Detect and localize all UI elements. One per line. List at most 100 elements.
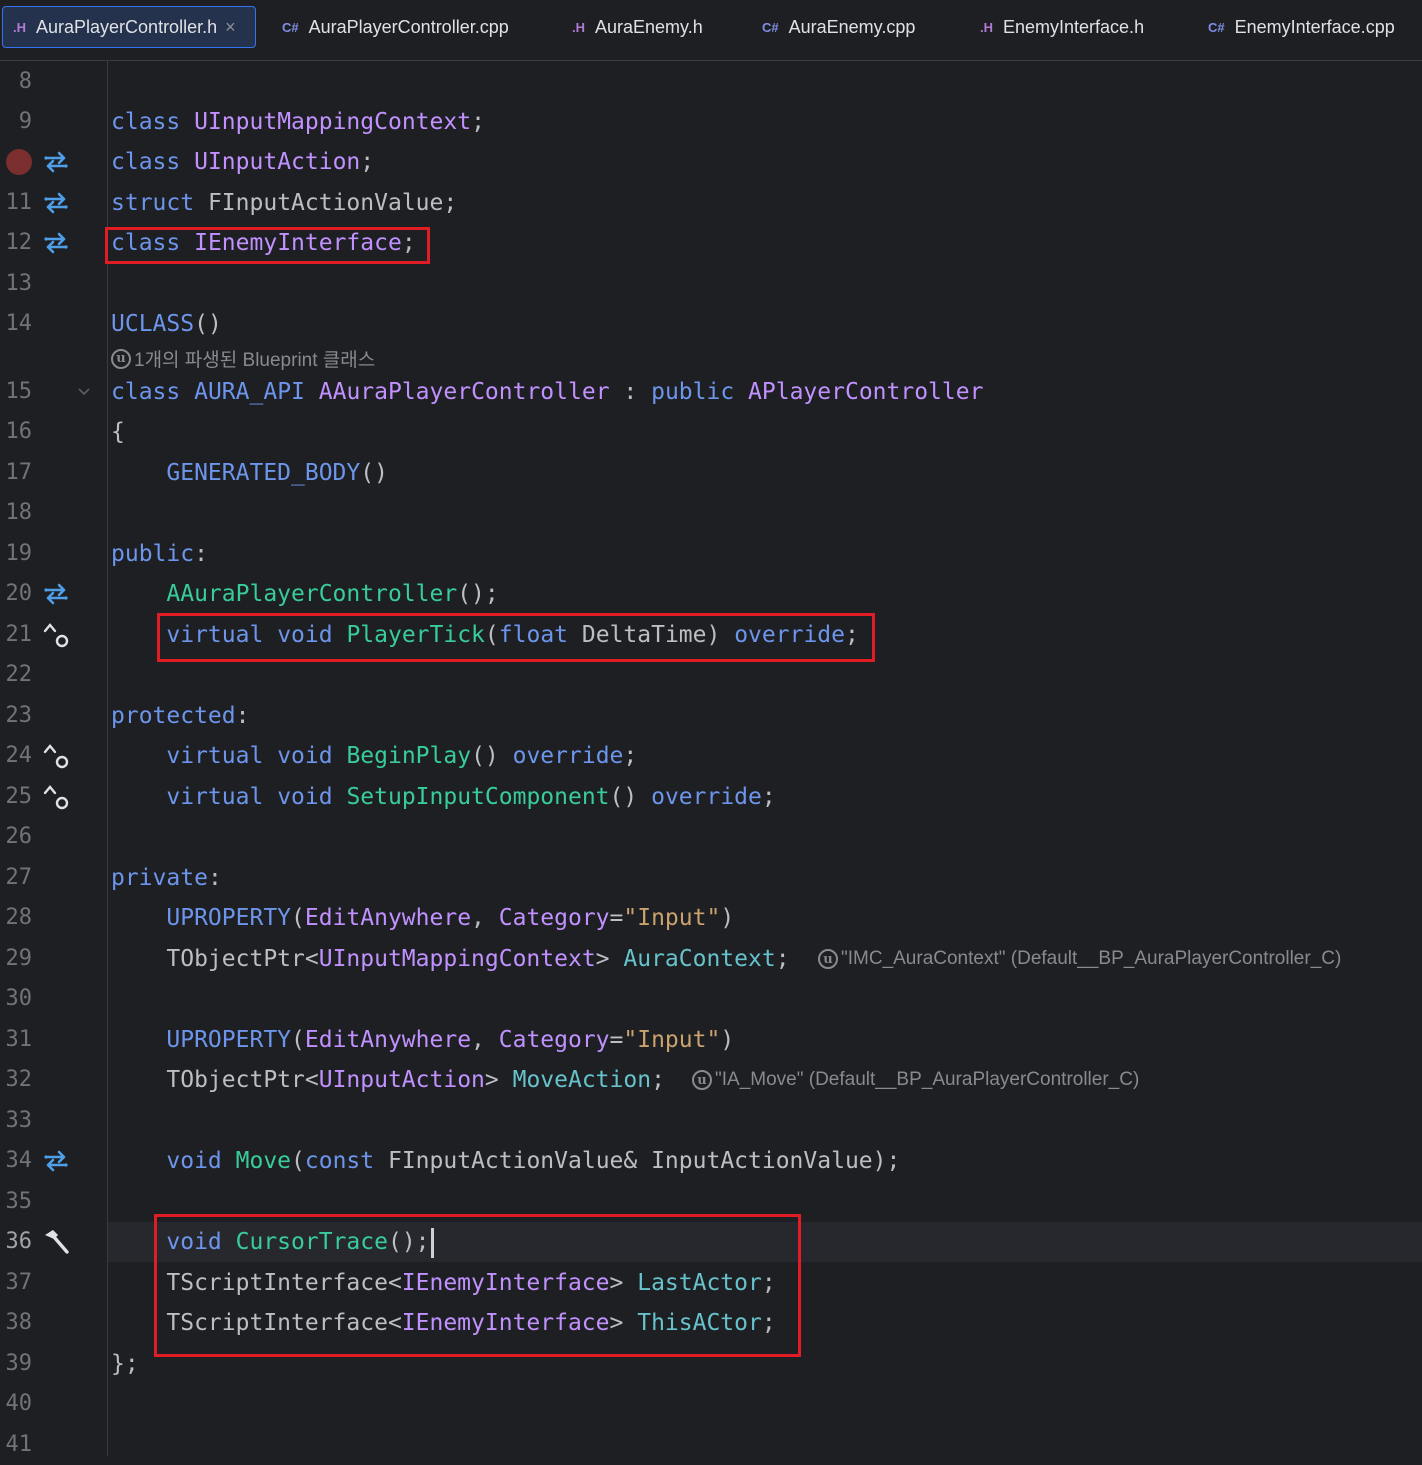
line-number[interactable]: 18 xyxy=(0,493,33,533)
code-token: ; xyxy=(471,109,485,135)
navigate-arrows-icon[interactable] xyxy=(40,223,72,263)
hammer-icon[interactable] xyxy=(40,1222,72,1262)
tab-auraenemy-cpp[interactable]: C# AuraEnemy.cpp xyxy=(752,6,932,48)
line-number[interactable]: 16 xyxy=(0,412,33,452)
line-number[interactable]: 24 xyxy=(0,736,33,776)
tab-enemyinterface-cpp[interactable]: C# EnemyInterface.cpp xyxy=(1198,6,1412,48)
code-token: FInputActionValue xyxy=(207,190,444,216)
line-number[interactable]: 20 xyxy=(0,574,33,614)
code-token: const xyxy=(304,1148,375,1174)
code-line-14[interactable]: UCLASS() xyxy=(111,304,222,344)
code-token: { xyxy=(111,419,125,445)
line-number[interactable]: 13 xyxy=(0,264,33,304)
editor-tab-bar: .H AuraPlayerController.h × C# AuraPlayerCon… xyxy=(0,0,1422,61)
line-number[interactable]: 11 xyxy=(0,183,33,223)
tab-auraenemy-h[interactable]: .H AuraEnemy.h xyxy=(562,6,712,48)
tab-enemyinterface-h[interactable]: .H EnemyInterface.h xyxy=(970,6,1160,48)
code-line-23[interactable]: protected: xyxy=(111,696,249,736)
breakpoint-icon[interactable] xyxy=(6,149,32,175)
tab-label: EnemyInterface.cpp xyxy=(1234,16,1395,37)
code-token: EditAnywhere xyxy=(304,1027,472,1053)
code-line-15[interactable]: class AURA_API AAuraPlayerController : p… xyxy=(111,372,983,412)
code-line-24[interactable]: virtual void BeginPlay() override; xyxy=(111,736,637,776)
line-number[interactable]: 30 xyxy=(0,979,33,1019)
code-token: ) xyxy=(720,905,735,931)
override-icon[interactable] xyxy=(40,615,72,655)
line-number[interactable]: 28 xyxy=(0,898,33,938)
code-token: private xyxy=(111,865,208,891)
line-number[interactable]: 35 xyxy=(0,1182,33,1222)
code-token: FInputActionValue& InputActionValue); xyxy=(374,1148,901,1174)
blueprint-value-hint[interactable]: u "IMC_AuraContext" (Default__BP_AuraPlay… xyxy=(818,948,1341,970)
line-number[interactable]: 33 xyxy=(0,1101,33,1141)
line-number[interactable]: 31 xyxy=(0,1020,33,1060)
code-token: Category xyxy=(498,905,610,931)
close-icon[interactable]: × xyxy=(225,17,236,38)
line-number[interactable]: 15 xyxy=(0,372,33,412)
navigate-arrows-icon[interactable] xyxy=(40,574,72,614)
code-token: AAuraPlayerController xyxy=(318,379,610,405)
code-line-11[interactable]: struct FInputActionValue; xyxy=(111,183,457,223)
header-file-icon: .H xyxy=(572,19,585,35)
line-number[interactable]: 14 xyxy=(0,304,33,344)
line-number[interactable]: 29 xyxy=(0,939,33,979)
blueprint-value-hint[interactable]: u "IA_Move" (Default__BP_AuraPlayerContro… xyxy=(692,1069,1139,1091)
override-icon[interactable] xyxy=(40,736,72,776)
code-line-31[interactable]: UPROPERTY(EditAnywhere, Category="Input"… xyxy=(111,1020,734,1060)
code-token: AuraContext xyxy=(623,946,776,972)
line-number[interactable]: 23 xyxy=(0,696,33,736)
navigate-arrows-icon[interactable] xyxy=(40,183,72,223)
code-token: ( xyxy=(291,905,305,931)
line-number[interactable]: 8 xyxy=(0,62,32,102)
code-line-34[interactable]: void Move(const FInputActionValue& Input… xyxy=(111,1141,900,1181)
line-number[interactable]: 36 xyxy=(0,1222,33,1262)
line-number[interactable]: 41 xyxy=(0,1425,33,1465)
code-token: : xyxy=(235,703,250,729)
highlight-box xyxy=(157,613,875,662)
code-token: > xyxy=(595,946,624,972)
line-number[interactable]: 38 xyxy=(0,1303,33,1343)
line-number[interactable]: 12 xyxy=(0,223,33,263)
code-line-32[interactable]: TObjectPtr<UInputAction> MoveAction; xyxy=(111,1060,665,1100)
code-line-17[interactable]: GENERATED_BODY() xyxy=(111,453,388,493)
navigate-arrows-icon[interactable] xyxy=(40,142,72,182)
line-number[interactable]: 19 xyxy=(0,534,33,574)
code-token: Category xyxy=(498,1027,610,1053)
code-line-25[interactable]: virtual void SetupInputComponent() overr… xyxy=(111,777,775,817)
code-line-27[interactable]: private: xyxy=(111,858,222,898)
line-number[interactable]: 40 xyxy=(0,1384,33,1424)
code-token: struct xyxy=(111,190,195,216)
line-number[interactable]: 25 xyxy=(0,777,33,817)
code-token: TObjectPtr< xyxy=(166,1067,319,1093)
code-line-20[interactable]: AAuraPlayerController(); xyxy=(111,574,498,614)
code-token: }; xyxy=(111,1351,139,1377)
override-icon[interactable] xyxy=(40,777,72,817)
line-number[interactable]: 9 xyxy=(0,102,32,142)
tab-auraplayercontroller-cpp[interactable]: C# AuraPlayerController.cpp xyxy=(272,6,522,48)
line-number[interactable]: 17 xyxy=(0,453,33,493)
line-number[interactable]: 21 xyxy=(0,615,33,655)
code-line-19[interactable]: public: xyxy=(111,534,208,574)
code-line-10[interactable]: class UInputAction; xyxy=(111,142,374,182)
line-number[interactable]: 27 xyxy=(0,858,33,898)
navigate-arrows-icon[interactable] xyxy=(40,1141,72,1181)
line-number[interactable]: 22 xyxy=(0,655,33,695)
line-number[interactable]: 26 xyxy=(0,817,33,857)
code-line-39[interactable]: }; xyxy=(111,1344,139,1384)
code-line-16[interactable]: { xyxy=(111,412,125,452)
code-token: virtual xyxy=(166,743,264,769)
line-number[interactable]: 39 xyxy=(0,1344,33,1384)
line-number[interactable]: 34 xyxy=(0,1141,33,1181)
code-line-28[interactable]: UPROPERTY(EditAnywhere, Category="Input"… xyxy=(111,898,734,938)
tab-auraplayercontroller-h[interactable]: .H AuraPlayerController.h × xyxy=(2,6,256,48)
code-token: ; xyxy=(360,149,375,175)
code-token: , xyxy=(471,1027,499,1053)
line-number[interactable]: 32 xyxy=(0,1060,33,1100)
fold-chevron-icon[interactable] xyxy=(76,384,92,400)
code-line-29[interactable]: TObjectPtr<UInputMappingContext> AuraCon… xyxy=(111,939,789,979)
line-number[interactable]: 37 xyxy=(0,1263,33,1303)
code-line-9[interactable]: class UInputMappingContext; xyxy=(111,102,485,142)
blueprint-derived-hint[interactable]: u 1개의 파생된 Blueprint 클래스 xyxy=(111,345,375,372)
